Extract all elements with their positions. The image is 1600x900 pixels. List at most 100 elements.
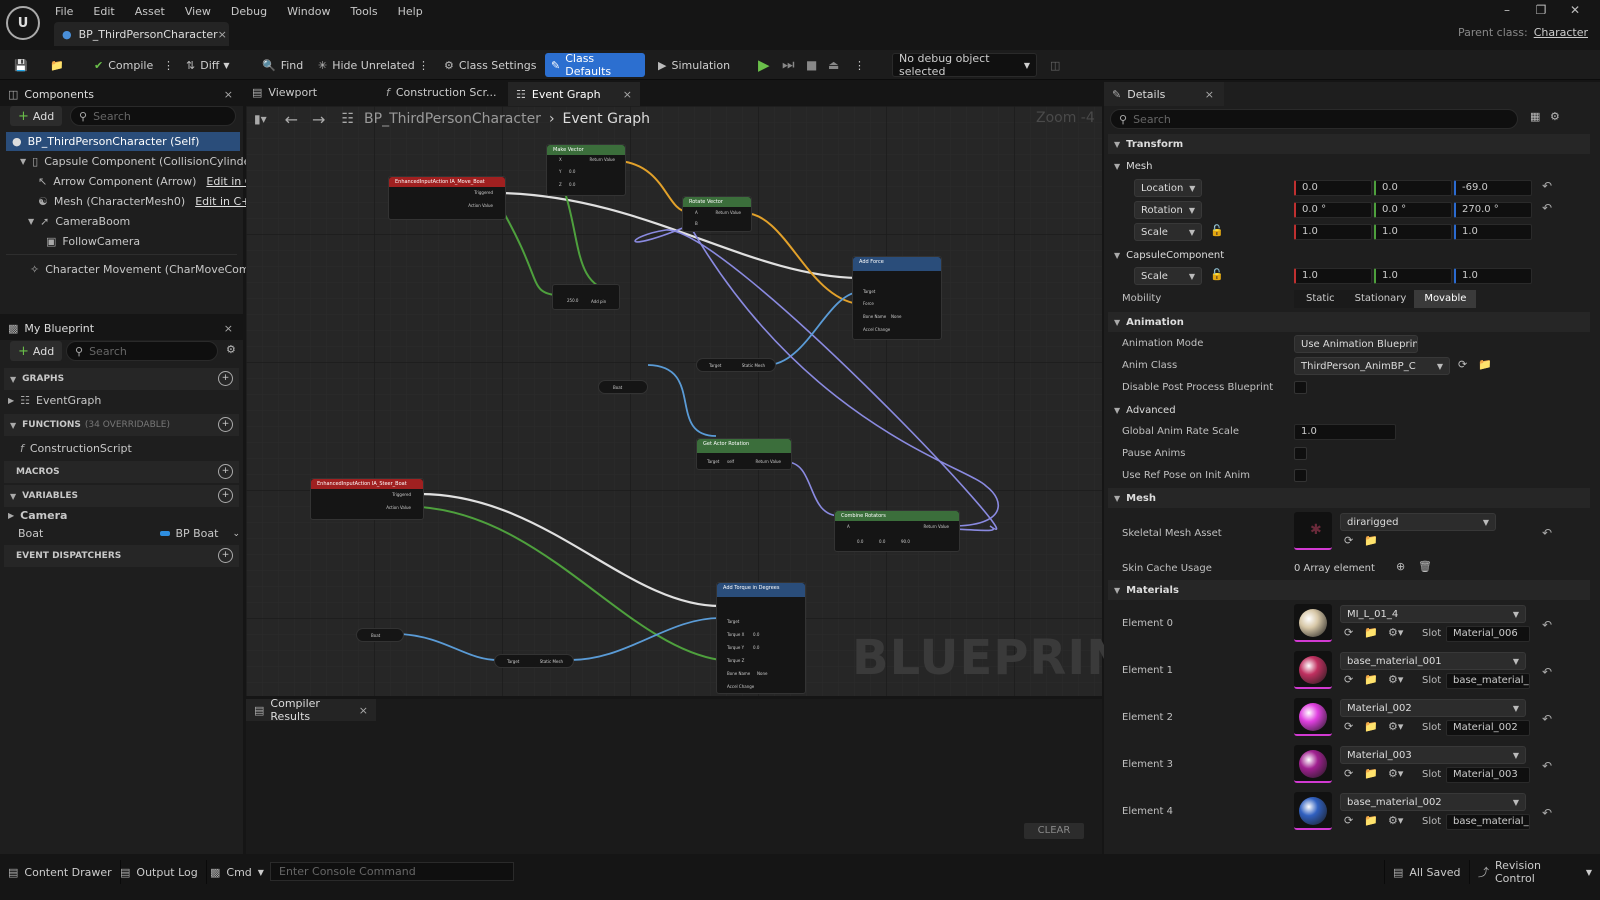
capsule-subsection[interactable]: ▼ CapsuleComponent	[1108, 245, 1590, 265]
bookmark-icon[interactable]: ▮▾	[254, 112, 267, 126]
pin-target[interactable]: Target	[507, 659, 519, 664]
material-thumbnail[interactable]	[1294, 792, 1332, 830]
transform-section[interactable]: ▼ Transform	[1108, 134, 1590, 154]
pin-return[interactable]: Return Value	[715, 210, 741, 215]
reset-icon[interactable]: ↶	[1542, 179, 1552, 193]
use-selected-icon[interactable]: ⟳	[1344, 626, 1353, 639]
play-options-icon[interactable]: ⋮	[848, 53, 871, 77]
clear-button[interactable]: CLEAR	[1024, 823, 1084, 839]
pin-return[interactable]: Return Value	[589, 157, 615, 162]
node-get-actor-rotation[interactable]: Get Actor Rotation Target self Return Va…	[696, 438, 792, 470]
reset-icon[interactable]: ↶	[1542, 712, 1552, 726]
pin-torque-x-value[interactable]: 0.0	[753, 632, 759, 637]
tree-item-capsule[interactable]: ▼▯Capsule Component (CollisionCylinder)E	[20, 152, 272, 171]
advanced-subsection[interactable]: ▼ Advanced	[1108, 400, 1590, 420]
animation-mode-dropdown[interactable]: Use Animation Blueprint▼	[1294, 335, 1418, 353]
add-dispatcher-icon[interactable]: +	[218, 548, 233, 563]
use-selected-icon[interactable]: ⟳	[1344, 767, 1353, 780]
reset-icon[interactable]: ↶	[1542, 759, 1552, 773]
node-rotate-vector[interactable]: Rotate Vector A B Return Value	[682, 196, 752, 232]
options-icon[interactable]: ⚙▾	[1388, 767, 1403, 780]
close-icon[interactable]: ×	[359, 704, 368, 717]
menu-window[interactable]: Window	[287, 5, 330, 18]
material-dropdown[interactable]: base_material_002 ▼	[1340, 793, 1526, 811]
slot-name-field[interactable]: Material_006	[1446, 626, 1530, 642]
close-window-icon[interactable]: ✕	[1558, 3, 1592, 17]
class-settings-button[interactable]: ⚙ Class Settings	[438, 53, 542, 77]
graphs-section[interactable]: ▼ GRAPHS +	[4, 368, 239, 390]
global-rate-field[interactable]: 1.0	[1294, 424, 1396, 440]
location-x-field[interactable]: 0.0	[1294, 180, 1372, 196]
eject-icon[interactable]: ⏏	[822, 53, 845, 77]
pin-accel[interactable]: Accel Change	[727, 684, 754, 689]
node-combine-rotators[interactable]: Combine Rotators A 0.0 0.0 90.0 Return V…	[834, 510, 960, 552]
mesh-subsection[interactable]: ▼ Mesh	[1108, 156, 1590, 176]
tree-item-followcamera[interactable]: ▣ FollowCamera	[46, 232, 140, 251]
back-arrow-icon[interactable]: ←	[285, 110, 298, 129]
slot-name-field[interactable]: base_material_(	[1446, 814, 1530, 830]
pin-torque-y[interactable]: Torque Y	[727, 645, 744, 650]
material-dropdown[interactable]: base_material_001 ▼	[1340, 652, 1526, 670]
options-icon[interactable]: ⚙▾	[1388, 673, 1403, 686]
my-blueprint-tab[interactable]: ▩ My Blueprint ×	[0, 316, 243, 340]
rotation-z-field[interactable]: 270.0 °	[1454, 202, 1532, 218]
output-log-button[interactable]: ▤ Output Log	[112, 860, 207, 884]
pin-bone-name[interactable]: Bone Name	[863, 314, 886, 319]
node-move-event[interactable]: EnhancedInputAction IA_Move_Boat Trigger…	[388, 176, 506, 220]
tree-item-cameraboom[interactable]: ▼ ➚ CameraBoom	[28, 212, 130, 231]
material-thumbnail[interactable]	[1294, 604, 1332, 642]
pin-triggered[interactable]: Triggered	[474, 190, 493, 195]
pin-a[interactable]: A	[847, 524, 850, 529]
revision-control-button[interactable]: ⤴ Revision Control ▼	[1470, 859, 1600, 885]
find-button[interactable]: 🔍 Find	[256, 53, 309, 77]
pin-bone-value[interactable]: None	[757, 671, 767, 676]
macros-section[interactable]: MACROS +	[4, 461, 239, 483]
hierarchy-icon[interactable]: ☷	[341, 111, 354, 127]
pin-target[interactable]: Target	[863, 289, 875, 294]
components-tab[interactable]: ◫ Components ×	[0, 82, 243, 106]
close-icon[interactable]: ×	[218, 28, 227, 41]
add-variable-icon[interactable]: +	[218, 488, 233, 503]
pin-self[interactable]: self	[727, 459, 734, 464]
material-thumbnail[interactable]	[1294, 698, 1332, 736]
pin-return[interactable]: Return Value	[755, 459, 781, 464]
pin-z-value[interactable]: 0.0	[569, 182, 575, 187]
grid-view-icon[interactable]: ▦	[1530, 110, 1540, 123]
mobility-movable[interactable]: Movable	[1414, 290, 1477, 308]
scale-dropdown[interactable]: Scale ▼	[1134, 223, 1202, 241]
options-icon[interactable]: ⚙▾	[1388, 720, 1403, 733]
reset-icon[interactable]: ↶	[1542, 618, 1552, 632]
use-selected-icon[interactable]: ⟳	[1344, 534, 1353, 547]
compile-options-icon[interactable]: ⋮	[157, 53, 180, 77]
scale-y-field[interactable]: 1.0	[1374, 224, 1452, 240]
pin-target[interactable]: Target	[707, 459, 719, 464]
pin-x[interactable]: X	[559, 157, 562, 162]
add-pin-button[interactable]: Add pin	[591, 299, 606, 304]
menu-asset[interactable]: Asset	[135, 5, 165, 18]
node-boat-2[interactable]: Boat	[356, 628, 404, 642]
details-search-input[interactable]: ⚲ Search	[1110, 109, 1518, 129]
pin-force[interactable]: Force	[863, 301, 874, 306]
node-static-mesh-2[interactable]: Target Static Mesh	[494, 654, 574, 668]
close-icon[interactable]: ×	[224, 88, 233, 101]
reset-icon[interactable]: ↶	[1542, 201, 1552, 215]
node-make-vector[interactable]: Make Vector X Y 0.0 Z 0.0 Return Value	[546, 144, 626, 196]
material-thumbnail[interactable]	[1294, 745, 1332, 783]
pin-bone-value[interactable]: None	[891, 314, 901, 319]
variable-type[interactable]: BP Boat ⌄	[160, 527, 240, 540]
skeletal-mesh-dropdown[interactable]: dirarigged ▼	[1340, 513, 1496, 531]
browse-icon[interactable]: 📁	[1364, 814, 1378, 827]
reset-icon[interactable]: ↶	[1542, 665, 1552, 679]
browse-icon[interactable]: 📁	[1364, 720, 1378, 733]
menu-debug[interactable]: Debug	[231, 5, 267, 18]
browse-icon[interactable]: 📁	[1364, 626, 1378, 639]
pin-b[interactable]: B	[695, 221, 698, 226]
mobility-static[interactable]: Static	[1294, 290, 1347, 308]
use-selected-icon[interactable]: ⟳	[1458, 358, 1467, 371]
add-graph-icon[interactable]: +	[218, 371, 233, 386]
add-component-button[interactable]: + Add	[10, 106, 63, 126]
scale-z-field[interactable]: 1.0	[1454, 224, 1532, 240]
pin-action-value[interactable]: Action Value	[386, 505, 411, 510]
stop-icon[interactable]: ■	[800, 53, 823, 77]
hide-unrelated-button[interactable]: ✳ Hide Unrelated	[312, 53, 421, 77]
